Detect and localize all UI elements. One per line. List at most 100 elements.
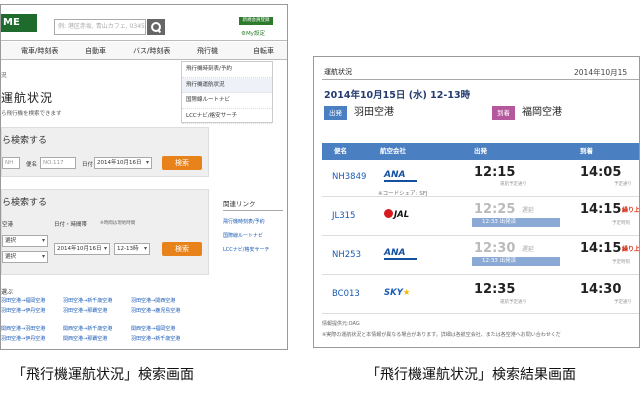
early-status: 繰り上 xyxy=(622,207,640,214)
delay-status: 遅延 xyxy=(522,207,535,214)
nav-bicycle[interactable]: 自転車 xyxy=(253,42,274,60)
table-row[interactable]: NH253 ANA 12:30 遅延 12:33 出発済 14:15 繰り上 予… xyxy=(322,237,639,275)
departure-time: 12:25 xyxy=(474,202,516,217)
route-link[interactable]: 羽田空港→福岡空港 xyxy=(1,297,45,304)
departed-bar: 12:33 出発済 xyxy=(472,257,560,266)
departure-time: 12:15 xyxy=(474,165,516,180)
ana-logo: ANA xyxy=(384,248,420,260)
nav-car[interactable]: 自動車 xyxy=(85,42,106,60)
arrival-note: 予定時刻 xyxy=(612,260,630,265)
airline-name: SKY xyxy=(384,288,403,298)
time-note: ※時間は現地時間 xyxy=(100,221,136,226)
airport-label: 空港 xyxy=(2,222,14,228)
flight-number[interactable]: BC013 xyxy=(332,289,360,299)
related-links-title: 関連リンク xyxy=(223,198,283,211)
departure-airport-select[interactable]: 選択 xyxy=(2,235,48,247)
route-link[interactable]: 関西空港→新千歳空港 xyxy=(63,325,112,332)
arrival-time: 14:05 xyxy=(580,165,622,180)
routes-title: 選ぶ xyxy=(1,289,14,296)
flight-number-label: 便名 xyxy=(26,162,38,168)
search-input[interactable]: 例: 港区赤坂, 青山カフェ, 0345678901 xyxy=(54,19,146,35)
flight-number[interactable]: JL315 xyxy=(332,211,355,221)
search-button-route[interactable]: 検索 xyxy=(162,242,202,256)
menu-item-timetable[interactable]: 飛行機時刻表/予約 xyxy=(182,62,272,78)
route-link[interactable]: 羽田空港→関西空港 xyxy=(131,297,175,304)
page-title: 運航状況 xyxy=(1,91,54,105)
register-button[interactable]: 新規会員登録 xyxy=(239,17,273,25)
date-select[interactable]: 2014年10月16日 xyxy=(94,157,152,169)
route-link[interactable]: 羽田空港→伊丹空港 xyxy=(1,307,45,314)
search-icon[interactable] xyxy=(147,19,165,35)
skymark-logo: SKY★ xyxy=(384,288,411,298)
page-subtitle: ら飛行機を検索できます xyxy=(1,111,62,117)
departure-badge: 出発 xyxy=(324,106,347,120)
route-link[interactable]: 関西空港→福岡空港 xyxy=(131,325,175,332)
my-settings-link[interactable]: ⚙My設定 xyxy=(241,29,265,37)
jal-logo: JAL xyxy=(384,209,409,220)
related-links: 関連リンク 飛行機時刻表/予約 国際線ルートナビ LCCナビ/格安サーチ xyxy=(223,198,283,253)
departure-note: 運航予定通り xyxy=(500,182,527,187)
related-link[interactable]: 飛行機時刻表/予約 xyxy=(223,218,283,225)
nav-train[interactable]: 電車/時刻表 xyxy=(21,42,58,60)
route-search-box: ら検索する 空港 日付・時間帯 ※時間は現地時間 選択 選択 2014年10月1… xyxy=(1,189,209,275)
time-select[interactable]: 12-13時 xyxy=(114,243,150,255)
early-status: 繰り上 xyxy=(622,246,640,253)
table-row[interactable]: JL315 JAL 12:25 遅延 12:33 出発済 14:15 繰り上 予… xyxy=(322,198,639,236)
table-row[interactable]: NH3849 ANA 12:15 運航予定通り 14:05 予定通り ※コードシ… xyxy=(322,160,639,197)
route-link[interactable]: 羽田空港→新千歳空港 xyxy=(63,297,112,304)
airline-name: ANA xyxy=(384,248,406,258)
results-screen-screenshot: 運航状況 2014年10月15 2014年10月15日 (水) 12-13時 出… xyxy=(313,56,640,348)
datetime-label: 日付・時間帯 xyxy=(54,222,88,228)
arrival-airport-select[interactable]: 選択 xyxy=(2,251,48,263)
related-link[interactable]: 国際線ルートナビ xyxy=(223,232,283,239)
route-link[interactable]: 関西空港→羽田空港 xyxy=(1,325,45,332)
search-screen-screenshot: ME 例: 港区赤坂, 青山カフェ, 0345678901 新規会員登録 ⚙My… xyxy=(0,4,288,350)
flight-number[interactable]: NH253 xyxy=(332,250,361,260)
route-link[interactable]: 羽田空港→伊丹空港 xyxy=(1,335,45,342)
breadcrumb: 況 xyxy=(1,73,7,79)
arrival-time: 14:15 xyxy=(580,241,622,256)
nav-airplane[interactable]: 飛行機 xyxy=(197,42,218,60)
arrival-badge: 到着 xyxy=(492,106,515,120)
arrival-note: 予定通り xyxy=(614,300,632,305)
flight-number-field[interactable]: NO.117 xyxy=(40,157,76,169)
data-source: 情報提供元:OAG xyxy=(322,321,360,327)
route-link[interactable]: 関西空港→那覇空港 xyxy=(63,335,107,342)
site-logo[interactable]: ME xyxy=(1,14,37,32)
airline-name: ANA xyxy=(384,170,406,180)
right-caption: 「飛行機運航状況」検索結果画面 xyxy=(366,367,576,383)
arrival-note: 予定通り xyxy=(614,182,632,187)
left-caption: 「飛行機運航状況」検索画面 xyxy=(12,367,194,383)
arrival-time: 14:30 xyxy=(580,282,622,297)
date-label: 日付 xyxy=(82,162,94,168)
nav-bus[interactable]: バス/時刻表 xyxy=(133,42,170,60)
departure-time: 12:30 xyxy=(474,241,516,256)
menu-item-flight-status[interactable]: 飛行機運航状況 xyxy=(182,77,272,93)
col-flight: 便名 xyxy=(334,147,347,155)
airline-name: JAL xyxy=(394,210,410,220)
related-link[interactable]: LCCナビ/格安サーチ xyxy=(223,246,283,253)
date-select[interactable]: 2014年10月16日 xyxy=(54,243,110,255)
ana-logo: ANA xyxy=(384,170,420,182)
box-title: ら検索する xyxy=(2,198,48,208)
flight-number-search-box: ら検索する NH 便名 NO.117 日付 2014年10月16日 検索 xyxy=(1,127,209,177)
delay-status: 遅延 xyxy=(522,246,535,253)
table-row[interactable]: BC013 SKY★ 12:35 運航予定通り 14:30 予定通り xyxy=(322,276,639,314)
col-airline: 航空会社 xyxy=(380,147,406,155)
route-link[interactable]: 羽田空港→那覇空港 xyxy=(63,307,107,314)
flight-number[interactable]: NH3849 xyxy=(332,172,366,182)
arrival-note: 予定時刻 xyxy=(612,221,630,226)
col-arrival: 到着 xyxy=(580,147,593,155)
main-nav: 電車/時刻表 自動車 バス/時刻表 飛行機 自転車 xyxy=(1,42,287,60)
arrival-airport: 福岡空港 xyxy=(522,107,562,118)
my-settings-label: My設定 xyxy=(245,31,265,37)
airline-code-field[interactable]: NH xyxy=(2,157,20,169)
airplane-dropdown-menu: 飛行機時刻表/予約 飛行機運航状況 国際線ルートナビ LCCナビ/格安サーチ xyxy=(181,61,273,124)
search-button-flight[interactable]: 検索 xyxy=(162,156,202,170)
route-link[interactable]: 羽田空港→鹿児島空港 xyxy=(131,307,180,314)
section-label: 運航状況 xyxy=(324,68,352,76)
route-link[interactable]: 羽田空港→新千歳空港 xyxy=(131,335,180,342)
menu-item-intl-route[interactable]: 国際線ルートナビ xyxy=(182,93,272,109)
menu-item-lcc[interactable]: LCCナビ/格安サーチ xyxy=(182,109,272,124)
col-departure: 出発 xyxy=(474,147,487,155)
